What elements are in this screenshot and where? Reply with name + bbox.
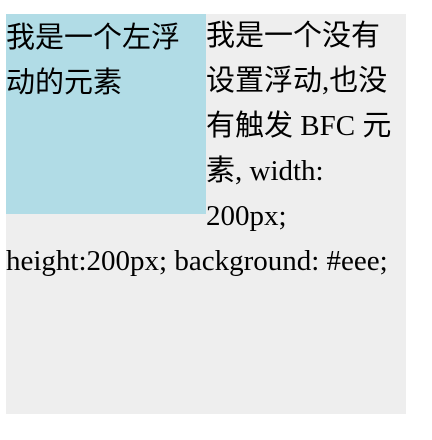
page-canvas: 我是一个左浮动的元素 我是一个没有设置浮动,也没有触发 BFC 元素, widt… [0,0,432,440]
float-box-text: 我是一个左浮动的元素 [6,22,181,99]
float-box: 我是一个左浮动的元素 [6,14,206,214]
non-float-box: 我是一个左浮动的元素 我是一个没有设置浮动,也没有触发 BFC 元素, widt… [6,14,406,414]
